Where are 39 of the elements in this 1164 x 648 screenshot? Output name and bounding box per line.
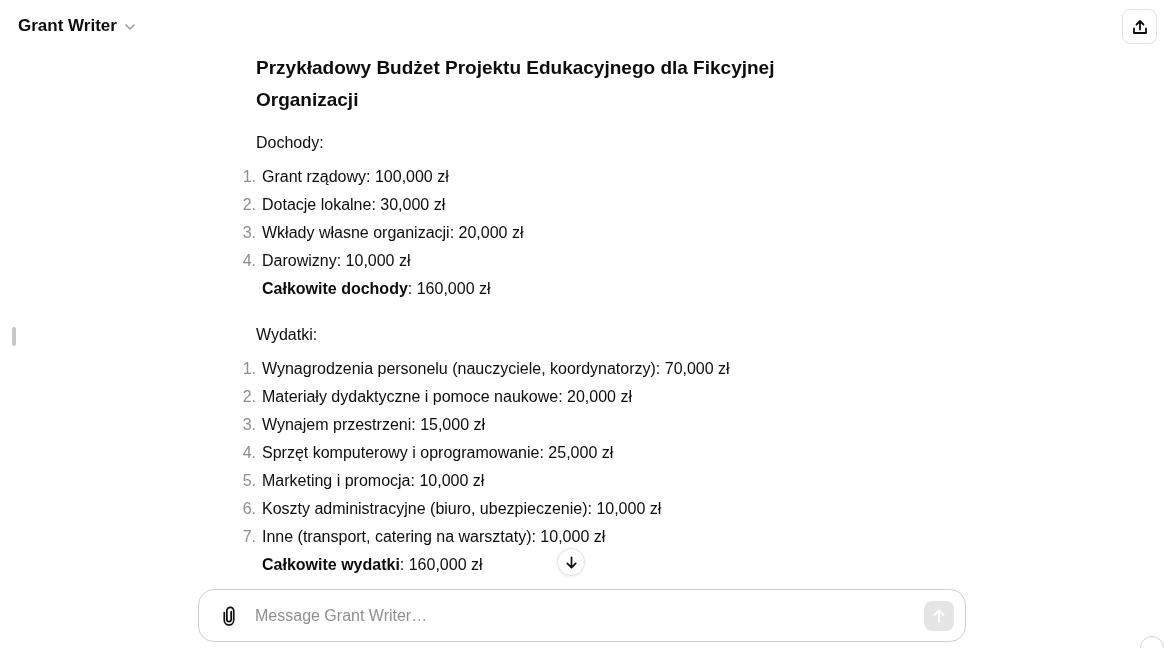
list-item-text: Darowizny: 10,000 zł [262, 252, 411, 269]
scroll-down-button[interactable] [557, 548, 585, 576]
list-item-text: Marketing i promocja: 10,000 zł [262, 472, 485, 489]
total-line: Całkowite dochody: 160,000 zł [262, 280, 491, 297]
list-number: 1. [241, 359, 257, 379]
list-number: 7. [241, 527, 257, 547]
list-number: 5. [241, 471, 257, 491]
arrow-up-icon [931, 607, 947, 624]
paperclip-icon [223, 605, 235, 626]
share-icon [1131, 18, 1148, 35]
list-number: 3. [241, 415, 257, 435]
list-number: 1. [241, 167, 257, 187]
list-number: 2. [241, 195, 257, 215]
section-label: Wydatki: [256, 326, 318, 343]
list-item-text: Wynajem przestrzeni: 15,000 zł [262, 416, 486, 433]
arrow-down-icon [563, 554, 579, 570]
list-number: 6. [241, 499, 257, 519]
list-item-text: Materiały dydaktyczne i pomoce naukowe: 20,000 zł [262, 388, 632, 405]
message-field[interactable]: Message Grant Writer… [198, 589, 966, 642]
attach-button[interactable] [221, 604, 237, 627]
list-number: 4. [241, 251, 257, 271]
list-number: 4. [241, 443, 257, 463]
list-item-text: Grant rządowy: 100,000 zł [262, 168, 449, 185]
list-item-text: Sprzęt komputerowy i oprogramowanie: 25,000 zł [262, 444, 614, 461]
sidebar-handle[interactable] [12, 327, 16, 346]
list-number: 2. [241, 387, 257, 407]
list-item-text: Wynagrodzenia personelu (nauczyciele, koordynatorzy): 70,000 zł [262, 360, 730, 377]
chevron-down-icon [124, 24, 135, 30]
list-item-text: Dotacje lokalne: 30,000 zł [262, 196, 446, 213]
message-heading: Przykładowy Budżet Projektu Edukacyjnego dla Fikcyjnej Organizacji [256, 57, 775, 110]
list-number: 3. [241, 223, 257, 243]
list-item-text: Koszty administracyjne (biuro, ubezpieczenie): 10,000 zł [262, 500, 662, 517]
model-selector[interactable]: Grant Writer [18, 14, 135, 38]
list-item-text: Wkłady własne organizacji: 20,000 zł [262, 224, 524, 241]
list-item-text: Inne (transport, catering na warsztaty): 10,000 zł [262, 528, 606, 545]
total-line: Całkowite wydatki: 160,000 zł [262, 556, 483, 573]
section-label: Dochody: [256, 134, 324, 151]
share-button[interactable] [1122, 9, 1157, 44]
message-input[interactable]: Message Grant Writer… [255, 604, 924, 627]
